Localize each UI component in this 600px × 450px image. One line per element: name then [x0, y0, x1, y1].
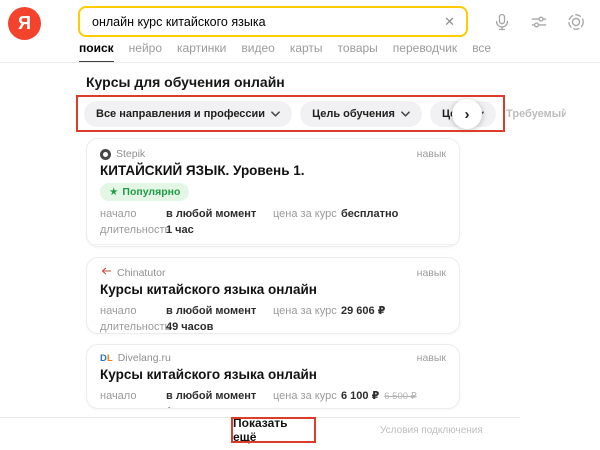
start-label: начало	[100, 305, 166, 317]
start-label: начало	[100, 208, 166, 220]
duration-label: длительность	[100, 406, 166, 409]
card-footer: 90% рекомендуют 12 отзывов	[100, 245, 446, 247]
course-title[interactable]: Курсы китайского языка онлайн	[100, 282, 446, 297]
chevron-down-icon	[401, 111, 410, 117]
divelang-favicon: DL	[100, 353, 113, 364]
duration-value: 49 часов	[166, 321, 273, 333]
duration-label: длительность	[100, 224, 166, 236]
old-price: 6 500 ₽	[384, 391, 416, 402]
filter-chip-directions[interactable]: Все направления и профессии	[84, 101, 292, 127]
price-value: бесплатно	[341, 208, 446, 220]
course-card-chinatutor[interactable]: Chinatutor навык Курсы китайского языка …	[86, 257, 460, 334]
tab-neuro[interactable]: нейро	[129, 41, 162, 63]
section-title: Курсы для обучения онлайн	[86, 74, 285, 90]
search-bar: ✕	[78, 6, 468, 37]
price-value: 6 100 ₽6 500 ₽	[341, 389, 446, 402]
filter-chip-goal[interactable]: Цель обучения	[300, 101, 422, 127]
start-value: в любой момент	[166, 305, 273, 317]
card-source: Divelang.ru	[118, 352, 412, 364]
header-icons	[492, 12, 586, 32]
filter-chips-row: Все направления и профессии Цель обучени…	[84, 101, 566, 127]
chevron-right-icon: ›	[465, 106, 470, 123]
tab-images[interactable]: картинки	[177, 41, 226, 63]
duration-value: 1 час	[166, 224, 273, 236]
star-icon: ★	[109, 186, 118, 198]
yandex-search-page: Я ✕ поиск нейро картинки видео карты тов…	[0, 0, 600, 450]
card-tag: навык	[417, 148, 446, 160]
chips-scroll-right-button[interactable]: ›	[452, 99, 482, 129]
tab-goods[interactable]: товары	[338, 41, 378, 63]
course-title[interactable]: КИТАЙСКИЙ ЯЗЫК. Уровень 1.	[100, 163, 446, 178]
tab-all[interactable]: все	[472, 41, 491, 63]
yandex-logo[interactable]: Я	[8, 7, 41, 40]
terms-link[interactable]: Условия подключения	[380, 425, 483, 436]
tab-video[interactable]: видео	[241, 41, 274, 63]
course-card-divelang[interactable]: DL Divelang.ru навык Курсы китайского яз…	[86, 344, 460, 409]
search-input[interactable]	[80, 15, 433, 29]
stepik-favicon	[100, 149, 111, 160]
tabs-separator	[0, 62, 600, 63]
popular-badge: ★ Популярно	[100, 183, 189, 201]
image-search-icon[interactable]	[566, 12, 586, 32]
tab-maps[interactable]: карты	[290, 41, 323, 63]
show-more-button[interactable]: Показать ещё	[233, 419, 314, 441]
popular-badge-label: Популярно	[122, 186, 180, 198]
filter-chip-required[interactable]: Требуемый	[504, 101, 566, 127]
duration-label: длительность	[100, 321, 166, 333]
course-info-grid: начало в любой момент цена за курс 29 60…	[100, 304, 446, 333]
price-label: цена за курс	[273, 208, 341, 220]
start-value: в любой момент	[166, 208, 273, 220]
tab-search[interactable]: поиск	[79, 41, 114, 63]
card-source-row: Chinatutor навык	[100, 266, 446, 280]
card-source: Chinatutor	[117, 267, 412, 279]
start-value: в любой момент	[166, 390, 273, 402]
card-tag: навык	[417, 352, 446, 364]
filter-chip-label: Все направления и профессии	[96, 108, 265, 120]
card-tag: навык	[417, 267, 446, 279]
course-info-grid: начало в любой момент цена за курс 6 100…	[100, 389, 446, 409]
search-tabs: поиск нейро картинки видео карты товары …	[79, 41, 491, 63]
tab-translate[interactable]: переводчик	[393, 41, 457, 63]
card-source: Stepik	[116, 148, 412, 160]
start-label: начало	[100, 390, 166, 402]
card-source-row: Stepik навык	[100, 147, 446, 161]
microphone-icon[interactable]	[492, 12, 512, 32]
course-card-stepik[interactable]: Stepik навык КИТАЙСКИЙ ЯЗЫК. Уровень 1. …	[86, 138, 460, 247]
filters-tuner-icon[interactable]	[529, 12, 549, 32]
price-label: цена за курс	[273, 390, 341, 402]
course-title[interactable]: Курсы китайского языка онлайн	[100, 367, 446, 382]
duration-value: 1 месяц	[166, 406, 273, 409]
course-info-grid: начало в любой момент цена за курс беспл…	[100, 208, 446, 236]
price-label: цена за курс	[273, 305, 341, 317]
price-value: 29 606 ₽	[341, 304, 446, 317]
chinatutor-favicon	[100, 264, 112, 282]
card-source-row: DL Divelang.ru навык	[100, 351, 446, 365]
chevron-down-icon	[271, 111, 280, 117]
filter-chip-label: Цель обучения	[312, 108, 395, 120]
clear-icon[interactable]: ✕	[433, 14, 466, 30]
